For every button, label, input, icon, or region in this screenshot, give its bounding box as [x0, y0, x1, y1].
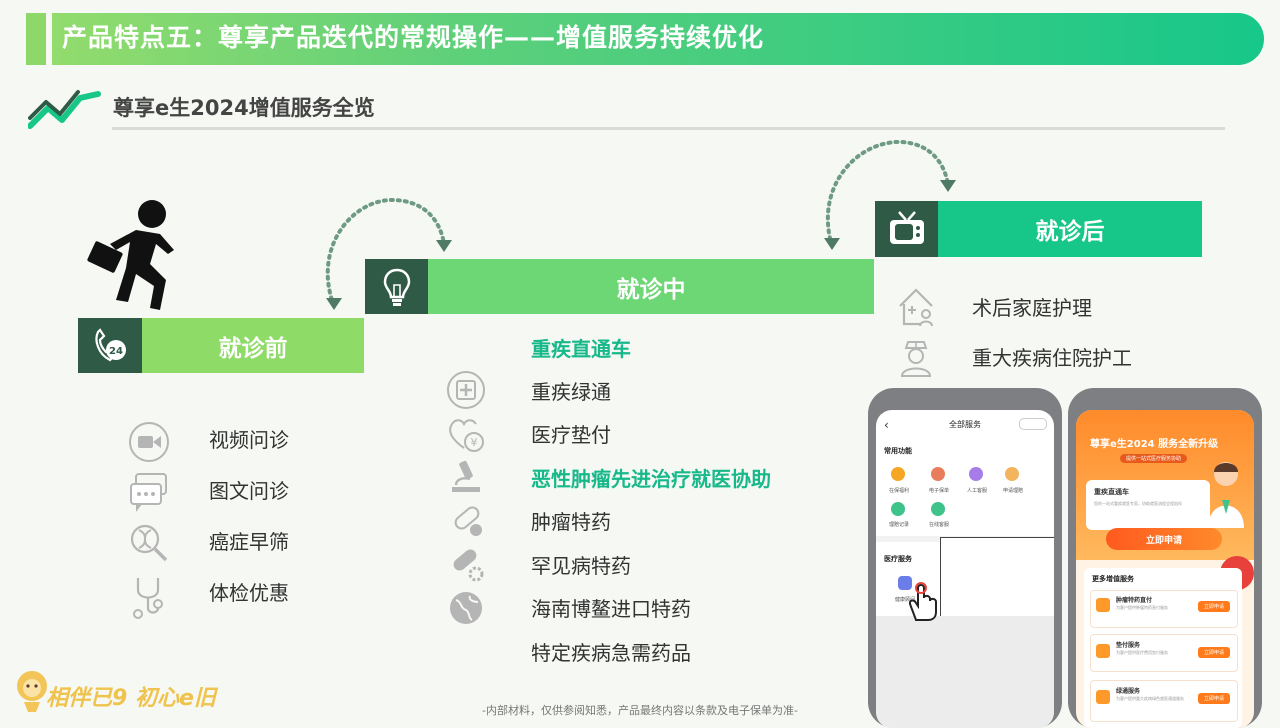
advance-pay-icon: [1096, 644, 1110, 658]
before-item-screening: 癌症早筛: [209, 530, 289, 554]
phone-right-screen: 尊享e生2024 服务全新升级 提供一站式医疗服务协助 重疾直通车 您的一站式重…: [1076, 410, 1254, 728]
page-title: 产品特点五：尊享产品迭代的常规操作——增值服务持续优化: [62, 23, 765, 52]
service-name: 绿通服务: [1116, 688, 1141, 695]
pill-icon: [446, 500, 486, 540]
during-item-green-channel: 重疾绿通: [531, 380, 611, 404]
stage-after-label: 就诊后: [938, 201, 1202, 257]
during-item-advance-pay: 医疗垫付: [531, 423, 611, 447]
before-item-video: 视频问诊: [209, 428, 289, 452]
policy-icon[interactable]: [931, 467, 945, 481]
phone-24h-icon: 24: [95, 327, 126, 361]
chat-icon: [128, 472, 170, 514]
service-apply-button[interactable]: 立即申请: [1198, 601, 1230, 612]
service-apply-button[interactable]: 立即申请: [1198, 647, 1230, 658]
grid-policy: 电子保单: [928, 488, 949, 494]
stage-before-label: 就诊前: [142, 318, 364, 373]
service-desc: 为客户提供肿瘤特药直付服务: [1116, 605, 1168, 610]
hospital-icon: [446, 370, 486, 410]
header-accent-gap: [46, 13, 52, 65]
trend-logo-icon: [28, 90, 101, 129]
after-item-home-care: 术后家庭护理: [972, 296, 1092, 320]
hand-pointer-icon: [908, 582, 937, 621]
microscope-icon: [446, 457, 486, 497]
dna-search-icon: [128, 522, 170, 564]
card-title: 重疾直通车: [1094, 488, 1129, 496]
phone1-section-common: 常用功能: [884, 447, 912, 455]
card-desc: 您的一站式重疾就医专家，协助就医流程全程陪伴: [1094, 501, 1182, 506]
banner-subtitle: 提供一站式医疗服务协助: [1120, 454, 1188, 463]
heart-money-icon: ¥: [446, 414, 486, 454]
stethoscope-icon: [128, 574, 170, 620]
claim-record-icon[interactable]: [891, 502, 905, 516]
grid-claim-record: 理赔记录: [888, 522, 909, 528]
footer-disclaimer: -内部材料，仅供参阅知悉，产品最终内容以条款及电子保单为准-: [482, 704, 798, 717]
home-care-icon: [896, 286, 936, 328]
service-name: 肿瘤特药直付: [1116, 597, 1153, 604]
after-item-nursing: 重大疾病住院护工: [972, 346, 1132, 370]
during-item-fast-track: 重疾直通车: [531, 337, 631, 361]
service-name: 垫付服务: [1116, 642, 1141, 649]
svg-text:24: 24: [109, 346, 123, 357]
video-icon: [128, 421, 170, 463]
welfare-icon[interactable]: [891, 467, 905, 481]
grid-claim: 申请理赔: [1002, 488, 1023, 494]
stage-before-icon-tile: 24: [78, 318, 142, 373]
phone1-section-medical: 医疗服务: [884, 555, 912, 563]
service-desc: 为客户提供医疗费用垫付服务: [1116, 650, 1168, 655]
miniprogram-capsule[interactable]: [1019, 418, 1047, 430]
tv-icon: [889, 211, 924, 244]
during-item-rare-disease-drug: 罕见病特药: [531, 554, 631, 578]
tumor-drug-icon: [1096, 598, 1110, 612]
globe-icon: [446, 588, 486, 628]
claim-icon[interactable]: [1005, 467, 1019, 481]
during-item-tumor-drug: 肿瘤特药: [531, 510, 611, 534]
more-services-title: 更多增值服务: [1092, 575, 1134, 583]
during-item-boao-drug: 海南博鳌进口特药: [531, 597, 691, 621]
running-man-icon: [87, 200, 174, 310]
during-item-advanced-therapy: 恶性肿瘤先进治疗就医协助: [531, 467, 771, 491]
before-item-checkup: 体检优惠: [209, 581, 289, 605]
subtitle-underline: [112, 127, 1225, 130]
banner-title: 尊享e生2024 服务全新升级: [1090, 439, 1219, 450]
svg-text:¥: ¥: [471, 436, 478, 449]
grid-online-service: 在线客服: [928, 522, 949, 528]
stage-during-label: 就诊中: [428, 259, 874, 314]
during-item-urgent-drug: 特定疾病急需药品: [531, 641, 691, 665]
phone-left-screen: ‹ 全部服务 常用功能 在保福利 电子保单 人工客服 申请理赔 理赔记录 在线客…: [876, 410, 1054, 728]
pill-gear-icon: [446, 544, 486, 584]
header-accent: [26, 13, 46, 65]
stage-after-icon-tile: [875, 201, 938, 257]
before-item-chat: 图文问诊: [209, 479, 289, 503]
grid-agent: 人工客服: [966, 488, 987, 494]
nurse-icon: [896, 338, 936, 378]
apply-now-button[interactable]: 立即申请: [1106, 528, 1222, 550]
online-service-icon[interactable]: [931, 502, 945, 516]
lightbulb-icon: [383, 268, 410, 306]
agent-icon[interactable]: [969, 467, 983, 481]
stage-during-icon-tile: [365, 259, 428, 314]
section-subtitle: 尊享e生2024增值服务全览: [113, 96, 375, 120]
doctor-mascot-icon: [1208, 462, 1244, 528]
grid-welfare: 在保福利: [888, 488, 909, 494]
popup-overlay: [940, 537, 1054, 618]
